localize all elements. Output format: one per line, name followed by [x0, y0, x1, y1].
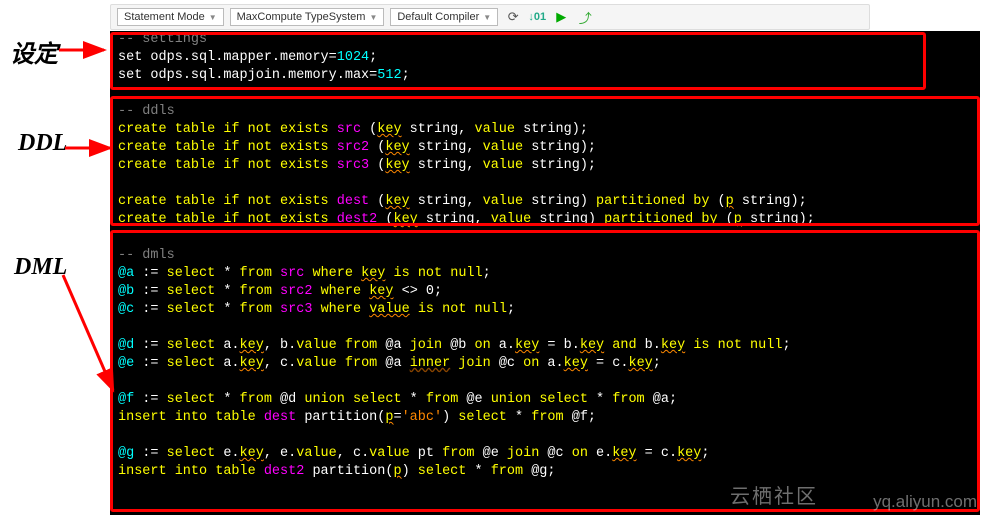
comment-line: -- ddls — [110, 103, 980, 121]
blank-line — [110, 373, 980, 391]
comment-line: -- dmls — [110, 247, 980, 265]
blank-line — [110, 319, 980, 337]
blank-line — [110, 229, 980, 247]
watermark-url: yq.aliyun.com — [873, 492, 977, 512]
code-line: @g := select e.key, e.value, c.value pt … — [110, 445, 980, 463]
dropdown-label: MaxCompute TypeSystem — [237, 11, 366, 23]
code-line: create table if not exists src (key stri… — [110, 121, 980, 139]
code-line: @a := select * from src where key is not… — [110, 265, 980, 283]
code-line: @d := select a.key, b.value from @a join… — [110, 337, 980, 355]
compiler-dropdown[interactable]: Default Compiler ▼ — [390, 8, 498, 26]
label-dml: DML — [14, 254, 67, 281]
debug-icon[interactable]: ⤴ — [576, 8, 594, 26]
typesystem-dropdown[interactable]: MaxCompute TypeSystem ▼ — [230, 8, 385, 26]
editor-toolbar: Statement Mode ▼ MaxCompute TypeSystem ▼… — [110, 4, 870, 30]
run-icon[interactable]: ▶ — [552, 8, 570, 26]
code-line: @b := select * from src2 where key <> 0; — [110, 283, 980, 301]
code-line: insert into table dest partition(p='abc'… — [110, 409, 980, 427]
label-settings: 设定 — [10, 34, 58, 69]
code-line: set odps.sql.mapjoin.memory.max=512; — [110, 67, 980, 85]
code-editor[interactable]: -- settings set odps.sql.mapper.memory=1… — [110, 31, 980, 515]
blank-line — [110, 427, 980, 445]
dropdown-label: Default Compiler — [397, 11, 479, 23]
comment-line: -- settings — [110, 31, 980, 49]
code-line: create table if not exists src2 (key str… — [110, 139, 980, 157]
chevron-down-icon: ▼ — [209, 13, 217, 22]
code-line: @f := select * from @d union select * fr… — [110, 391, 980, 409]
code-line: create table if not exists dest2 (key st… — [110, 211, 980, 229]
code-line: create table if not exists src3 (key str… — [110, 157, 980, 175]
code-line: create table if not exists dest (key str… — [110, 193, 980, 211]
sort-icon[interactable]: ↓01 — [528, 8, 546, 26]
code-line: insert into table dest2 partition(p) sel… — [110, 463, 980, 481]
dropdown-label: Statement Mode — [124, 11, 205, 23]
chevron-down-icon: ▼ — [369, 13, 377, 22]
refresh-icon[interactable]: ⟳ — [504, 8, 522, 26]
blank-line — [110, 85, 980, 103]
code-line: @e := select a.key, c.value from @a inne… — [110, 355, 980, 373]
code-line: set odps.sql.mapper.memory=1024; — [110, 49, 980, 67]
arrow-icon — [54, 40, 114, 60]
label-ddl: DDL — [18, 130, 67, 157]
chevron-down-icon: ▼ — [483, 13, 491, 22]
statement-mode-dropdown[interactable]: Statement Mode ▼ — [117, 8, 224, 26]
code-line: @c := select * from src3 where value is … — [110, 301, 980, 319]
blank-line — [110, 175, 980, 193]
watermark-text: 云栖社区 — [730, 480, 818, 509]
